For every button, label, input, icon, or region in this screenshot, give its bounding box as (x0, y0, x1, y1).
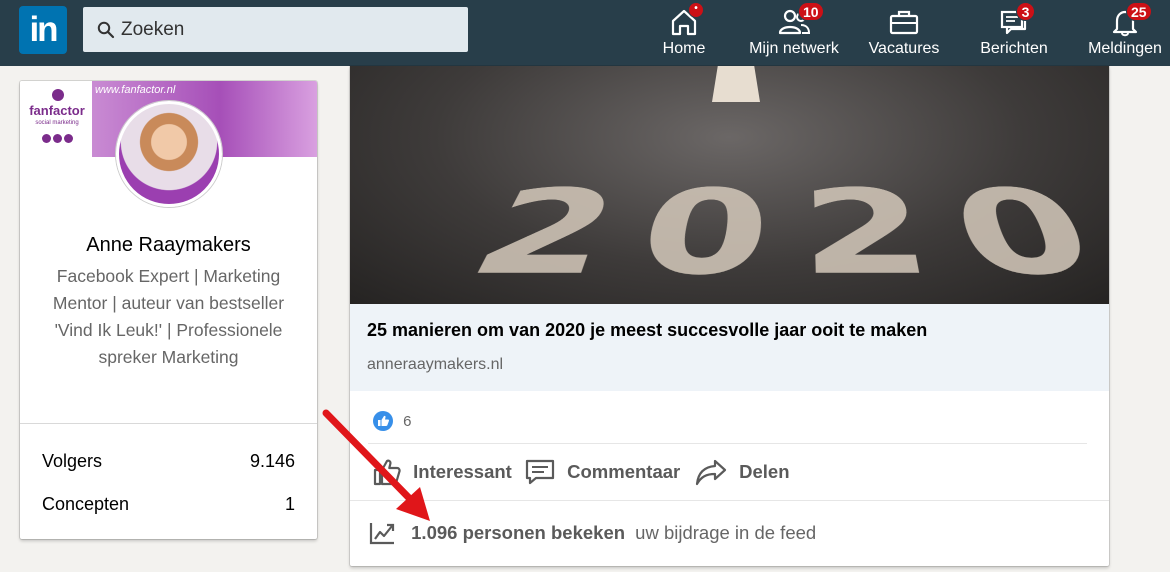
followers-value: 9.146 (249, 451, 295, 471)
avatar[interactable] (116, 101, 222, 207)
like-reaction-icon (373, 411, 393, 431)
share-icon (695, 459, 727, 486)
search-icon (97, 21, 115, 39)
reaction-count: 6 (403, 412, 412, 430)
drafts-label: Concepten (42, 494, 130, 514)
nav-jobs[interactable]: Vacatures (864, 0, 944, 66)
feed-post: 2020 25 manieren om van 2020 je meest su… (350, 66, 1109, 566)
drafts-stat[interactable]: Concepten 1 (42, 494, 295, 515)
nav-my-network[interactable]: 10 Mijn netwerk (743, 0, 845, 66)
post-divider-2 (350, 500, 1109, 501)
profile-divider (20, 423, 317, 424)
nav-home[interactable]: • Home (652, 0, 716, 66)
search-bar[interactable] (83, 7, 468, 52)
comment-button-label: Commentaar (567, 461, 681, 482)
briefcase-icon (889, 10, 919, 35)
share-button-label: Delen (739, 461, 790, 482)
followers-label: Volgers (42, 451, 103, 471)
nav-notifications-label: Meldingen (1088, 40, 1162, 57)
banner-url: www.fanfactor.nl (95, 84, 176, 96)
followers-stat[interactable]: Volgers 9.146 (42, 451, 295, 472)
views-count: 1.096 personen bekeken (411, 522, 626, 543)
nav-notifications[interactable]: 25 Meldingen (1082, 0, 1168, 66)
post-views-stat[interactable]: 1.096 personen bekeken uw bijdrage in de… (368, 520, 816, 546)
profile-card: fanfactor social marketing www.fanfactor… (20, 81, 317, 539)
network-badge: 10 (798, 2, 824, 21)
top-navigation: in • Home 10 Mijn netwerk Vacatures 3 Be… (0, 0, 1170, 66)
nav-messaging-label: Berichten (980, 40, 1048, 57)
messaging-badge: 3 (1016, 2, 1035, 21)
post-image-year: 2020 (443, 168, 1109, 304)
nav-messaging[interactable]: 3 Berichten (974, 0, 1054, 66)
profile-name[interactable]: Anne Raaymakers (20, 234, 317, 257)
road-marking (712, 66, 760, 102)
article-title[interactable]: 25 manieren om van 2020 je meest succesv… (367, 320, 927, 341)
like-button[interactable]: Interessant (372, 458, 512, 488)
drafts-value: 1 (284, 494, 295, 514)
article-link-box[interactable]: 25 manieren om van 2020 je meest succesv… (350, 304, 1109, 391)
views-description: uw bijdrage in de feed (635, 522, 817, 543)
fanfactor-logo: fanfactor social marketing (24, 85, 90, 155)
reactions-summary[interactable]: 6 (373, 411, 412, 431)
article-source: anneraaymakers.nl (367, 356, 504, 373)
nav-jobs-label: Vacatures (868, 40, 940, 57)
like-button-label: Interessant (413, 461, 512, 482)
like-icon (373, 459, 401, 486)
comment-button[interactable]: Commentaar (524, 458, 680, 488)
search-input[interactable] (121, 7, 451, 52)
linkedin-logo[interactable]: in (19, 6, 67, 54)
nav-home-label: Home (662, 40, 706, 57)
comment-icon (525, 459, 555, 485)
share-button[interactable]: Delen (694, 458, 790, 488)
profile-headline: Facebook Expert | Marketing Mentor | aut… (52, 266, 285, 367)
analytics-icon (369, 523, 395, 545)
post-divider-1 (368, 443, 1087, 444)
home-badge-dot: • (688, 2, 704, 18)
nav-my-network-label: Mijn netwerk (749, 40, 839, 57)
post-image[interactable]: 2020 (350, 66, 1109, 304)
notifications-badge: 25 (1126, 2, 1152, 21)
